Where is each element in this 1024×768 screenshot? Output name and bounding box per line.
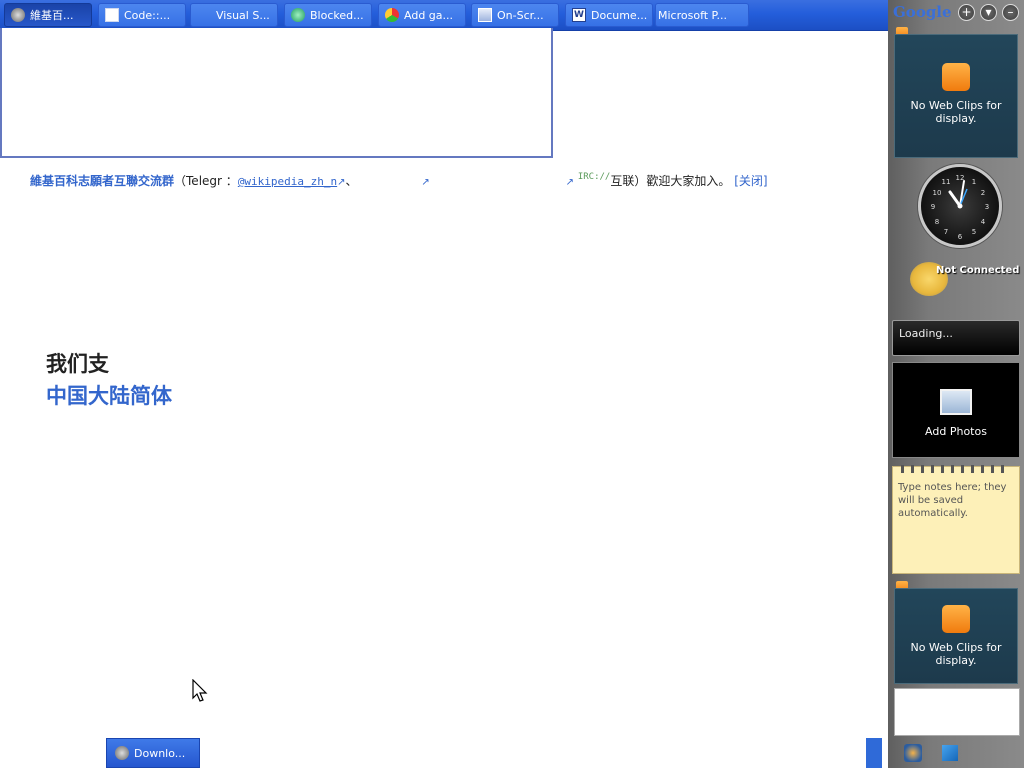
variant-link[interactable]: 中国大陆简体 [46,380,172,410]
svg-text:8: 8 [935,218,939,226]
page-heading: 我们支 [46,352,109,376]
task-button-downloads[interactable]: Downlo... [106,738,200,768]
notepad-rings [901,465,1011,473]
task-label: Add ga... [404,8,454,22]
task-label: On-Scr... [497,8,544,22]
site-notice: 維基百科志願者互聯交流群（Telegr ：@wikipedia_zh_n↗、 ↗… [30,172,850,188]
notice-paren: （Telegr [174,174,222,188]
add-photos-label[interactable]: Add Photos [893,425,1019,438]
tray-indicator [866,738,882,768]
embedded-frame [0,28,553,158]
external-link-icon[interactable]: ↗ [566,177,574,188]
sidebar-header: Google + ▾ – [888,0,1024,26]
external-link-icon[interactable]: ↗ [421,177,429,188]
task-button-codeblocks[interactable]: Code::... [98,3,186,27]
rss-feed-icon [942,63,970,91]
irc-label[interactable]: IRC:// [578,172,611,182]
google-logo-text: Google [893,3,952,21]
svg-text:1: 1 [972,178,976,186]
notice-close-button[interactable]: [关闭] [734,174,767,188]
task-button-blocked[interactable]: Blocked... [284,3,372,27]
task-button-wikipedia[interactable]: 維基百... [4,3,92,27]
task-label: Blocked... [310,8,364,22]
task-button-visual-studio[interactable]: Visual S... [190,3,278,27]
tray-app-icon[interactable] [904,744,922,762]
task-label: Docume... [591,8,648,22]
download-icon [115,746,129,760]
keyboard-icon [478,8,492,22]
minimize-sidebar-button[interactable]: – [1002,4,1019,21]
wiki-icon [11,8,25,22]
google-logo: Google [893,3,952,21]
chrome-icon [385,8,399,22]
external-link-icon: ↗ [337,177,346,188]
taskbar: 維基百... Code::... Visual S... Blocked... … [0,0,888,31]
tray-network-icon[interactable] [942,745,958,761]
task-button-on-screen-keyboard[interactable]: On-Scr... [471,3,559,27]
window-icon [105,8,119,22]
svg-text:3: 3 [985,203,989,211]
notice-tail: 互联）歡迎大家加入。 [610,174,731,188]
gadget-sidebar: Google + ▾ – No Web Clips for display. 1… [888,0,1024,768]
weather-status: Not Connected [936,265,1020,276]
web-clips-message: No Web Clips for display. [910,99,1002,125]
task-label: Downlo... [134,746,186,760]
add-gadget-button[interactable]: + [958,4,975,21]
sidebar-menu-button[interactable]: ▾ [980,4,997,21]
word-icon: W [572,8,586,22]
notes-gadget[interactable]: Type notes here; they will be saved auto… [892,465,1020,574]
mouse-cursor-icon [192,679,208,702]
web-clips-gadget-2[interactable]: No Web Clips for display. [894,588,1018,684]
clock-face-icon: 12369 1245 781011 [931,174,989,241]
photo-icon [940,389,972,415]
task-button-add-gadgets[interactable]: Add ga... [378,3,466,27]
empty-gadget[interactable] [894,688,1020,736]
notes-textarea[interactable]: Type notes here; they will be saved auto… [898,482,1006,519]
blank-icon [197,8,211,22]
task-label: Visual S... [216,8,270,22]
task-label: Code::... [124,8,171,22]
task-button-microsoft[interactable]: Microsoft P... [655,3,749,27]
task-button-document[interactable]: W Docume... [565,3,653,27]
web-clips-gadget[interactable]: No Web Clips for display. [894,34,1018,158]
svg-text:5: 5 [972,228,976,236]
task-label: 維基百... [30,9,74,22]
notice-group-link[interactable]: 維基百科志願者互聯交流群 [30,174,174,188]
svg-text:6: 6 [958,233,963,241]
notice-sep: 、 [345,174,358,188]
notice-colon: ： [225,174,238,188]
chat-icon [291,8,305,22]
web-clips-message: No Web Clips for display. [910,641,1002,667]
svg-text:2: 2 [981,189,985,197]
svg-text:4: 4 [981,218,986,226]
photos-gadget[interactable]: Add Photos [892,362,1020,458]
svg-text:10: 10 [933,189,942,197]
rss-feed-icon [942,605,970,633]
loading-gadget: Loading... [892,320,1020,356]
clock-gadget[interactable]: 12 3 6 9 1245 7 8 10 11 [918,164,1002,248]
telegram-link[interactable]: @wikipedia_zh_n [238,175,337,188]
task-label: Microsoft P... [658,8,727,22]
svg-text:7: 7 [944,228,948,236]
svg-text:11: 11 [942,178,951,186]
svg-text:9: 9 [931,203,935,211]
